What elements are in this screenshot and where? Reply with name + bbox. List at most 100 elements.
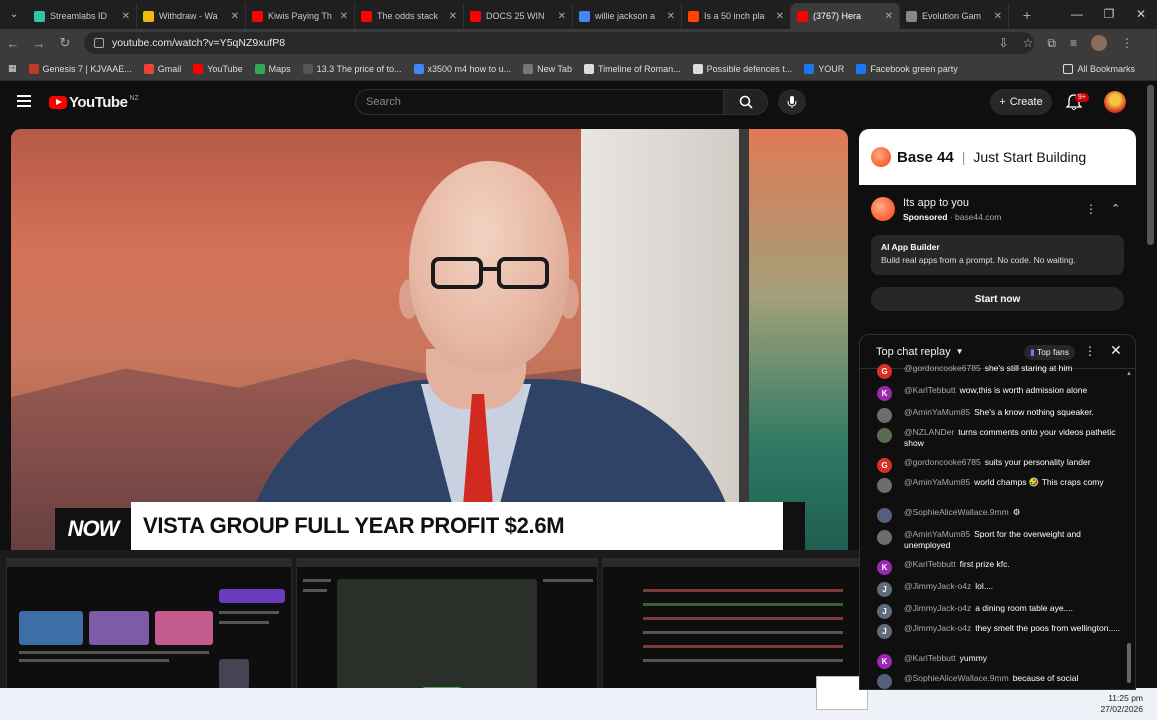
bookmark-item[interactable]: Maps xyxy=(254,63,291,74)
search-button[interactable] xyxy=(724,89,768,115)
chat-author[interactable]: @SophieAliceWallace.9mm xyxy=(904,507,1009,517)
chat-author-avatar[interactable] xyxy=(877,428,892,443)
chat-author-avatar[interactable]: K xyxy=(877,560,892,575)
chat-author[interactable]: @NZLANDer xyxy=(904,427,954,437)
account-avatar[interactable] xyxy=(1104,91,1126,113)
forward-icon[interactable]: → xyxy=(26,36,52,51)
address-bar[interactable]: youtube.com/watch?v=Y5qNZ9xufP8 xyxy=(84,32,1034,54)
bookmark-item[interactable]: Facebook green party xyxy=(856,63,958,74)
chat-author[interactable]: @AminYaMum85 xyxy=(904,407,970,417)
close-tab-icon[interactable]: ✕ xyxy=(122,11,130,22)
chat-author[interactable]: @KarlTebbutt xyxy=(904,385,956,395)
chat-author-avatar[interactable] xyxy=(877,508,892,523)
chat-more-icon[interactable]: ⋮ xyxy=(1084,344,1096,358)
bookmark-item[interactable]: 13.3 The price of to... xyxy=(302,63,402,74)
browser-tab[interactable]: Is a 50 inch pla ✕ xyxy=(682,3,791,29)
video-player[interactable]: NOW VISTA GROUP FULL YEAR PROFIT $2.6M xyxy=(11,129,848,550)
scroll-up-icon[interactable]: ▲ xyxy=(1126,371,1132,377)
chat-author[interactable]: @gordoncooke6785 xyxy=(904,363,981,373)
chat-author[interactable]: @AminYaMum85 xyxy=(904,529,970,539)
close-tab-icon[interactable]: ✕ xyxy=(994,11,1002,22)
chat-author[interactable]: @KarlTebbutt xyxy=(904,653,956,663)
profile-avatar[interactable] xyxy=(1091,35,1107,51)
search-input[interactable]: Search xyxy=(355,89,724,115)
browser-tab[interactable]: (3767) Hera ✕ xyxy=(791,3,900,29)
chat-author-avatar[interactable]: K xyxy=(877,386,892,401)
voice-search-button[interactable] xyxy=(778,89,806,115)
minimize-icon[interactable]: — xyxy=(1061,0,1093,29)
chat-author[interactable]: @JimmyJack-o4z xyxy=(904,581,971,591)
chat-author-avatar[interactable] xyxy=(877,530,892,545)
chat-author[interactable]: @JimmyJack-o4z xyxy=(904,603,971,613)
chat-scroll-thumb[interactable] xyxy=(1127,643,1131,683)
apps-icon[interactable]: ▦ xyxy=(8,63,17,74)
browser-tab[interactable]: The odds stack ✕ xyxy=(355,3,464,29)
extensions-icon[interactable]: ⧉ xyxy=(1047,36,1056,51)
ad-collapse-icon[interactable]: ⌃ xyxy=(1111,202,1120,215)
ad-title[interactable]: Its app to you xyxy=(903,197,1001,209)
chat-author-avatar[interactable] xyxy=(877,478,892,493)
bookmark-item[interactable]: New Tab xyxy=(523,63,572,74)
browser-tab[interactable]: willie jackson a ✕ xyxy=(573,3,682,29)
new-tab-button[interactable]: + xyxy=(1015,3,1039,27)
menu-icon[interactable] xyxy=(17,95,31,107)
ad-start-now-button[interactable]: Start now xyxy=(871,287,1124,311)
ad-banner[interactable]: Base 44 | Just Start Building xyxy=(859,129,1136,185)
browser-tab[interactable]: Withdraw - Wa ✕ xyxy=(137,3,246,29)
window-preview-youtube[interactable] xyxy=(6,558,292,706)
bookmark-item[interactable]: Possible defences t... xyxy=(692,63,792,74)
bookmark-item[interactable]: x3500 m4 how to u... xyxy=(413,63,511,74)
chat-author-avatar[interactable]: J xyxy=(877,582,892,597)
chat-author[interactable]: @AminYaMum85 xyxy=(904,477,970,487)
reading-list-icon[interactable]: ≡ xyxy=(1070,36,1077,50)
top-fans-button[interactable]: ▮ Top fans xyxy=(1024,345,1076,360)
chat-author-avatar[interactable]: J xyxy=(877,604,892,619)
system-clock[interactable]: 11:25 pm 27/02/2026 xyxy=(1100,693,1143,715)
chat-author[interactable]: @gordoncooke6785 xyxy=(904,457,981,467)
chat-author[interactable]: @SophieAliceWallace.9mm xyxy=(904,673,1009,683)
bookmark-item[interactable]: YouTube xyxy=(193,63,243,74)
maximize-icon[interactable]: ❐ xyxy=(1093,0,1125,29)
tab-search-icon[interactable]: ⌄ xyxy=(0,0,28,29)
bookmark-item[interactable]: Gmail xyxy=(143,63,181,74)
close-tab-icon[interactable]: ✕ xyxy=(667,11,675,22)
chat-author-avatar[interactable] xyxy=(877,408,892,423)
chat-author-avatar[interactable] xyxy=(877,674,892,689)
chat-author-avatar[interactable]: G xyxy=(877,458,892,473)
browser-menu-icon[interactable]: ⋮ xyxy=(1121,36,1133,50)
close-tab-icon[interactable]: ✕ xyxy=(449,11,457,22)
browser-tab[interactable]: Streamlabs ID ✕ xyxy=(28,3,137,29)
all-bookmarks[interactable]: All Bookmarks xyxy=(1063,57,1135,81)
chat-author-avatar[interactable]: K xyxy=(877,654,892,669)
create-button[interactable]: + Create xyxy=(990,89,1052,115)
bookmark-item[interactable]: Genesis 7 | KJVAAE... xyxy=(28,63,132,74)
chat-author-avatar[interactable]: G xyxy=(877,364,892,379)
window-preview-stream[interactable] xyxy=(296,558,598,706)
youtube-logo[interactable]: YouTube NZ xyxy=(49,94,139,111)
chat-author[interactable]: @KarlTebbutt xyxy=(904,559,956,569)
chat-mode-selector[interactable]: Top chat replay xyxy=(876,346,951,358)
chat-author[interactable]: @JimmyJack-o4z xyxy=(904,623,971,633)
close-window-icon[interactable]: ✕ xyxy=(1125,0,1157,29)
close-tab-icon[interactable]: ✕ xyxy=(776,11,784,22)
bookmark-item[interactable]: Timeline of Roman... xyxy=(583,63,681,74)
page-scrollbar[interactable] xyxy=(1147,85,1154,245)
browser-tab[interactable]: Kiwis Paying Th ✕ xyxy=(246,3,355,29)
close-tab-icon[interactable]: ✕ xyxy=(231,11,239,22)
back-icon[interactable]: ← xyxy=(0,36,26,51)
chevron-down-icon[interactable]: ▼ xyxy=(956,347,964,356)
bookmark-star-icon[interactable]: ☆ xyxy=(1023,36,1034,50)
close-tab-icon[interactable]: ✕ xyxy=(340,11,348,22)
close-icon[interactable]: ✕ xyxy=(1110,342,1122,359)
close-tab-icon[interactable]: ✕ xyxy=(558,11,566,22)
browser-tab[interactable]: Evolution Gam ✕ xyxy=(900,3,1009,29)
site-info-icon[interactable] xyxy=(94,38,104,48)
bookmark-item[interactable]: YOUR xyxy=(804,63,844,74)
chat-author-avatar[interactable]: J xyxy=(877,624,892,639)
close-tab-icon[interactable]: ✕ xyxy=(885,11,893,22)
chat-scrollbar[interactable]: ▲ xyxy=(1126,371,1132,687)
install-icon[interactable]: ⇩ xyxy=(999,36,1009,50)
ad-more-icon[interactable]: ⋮ xyxy=(1085,202,1097,216)
reload-icon[interactable]: ↻ xyxy=(52,35,78,51)
browser-tab[interactable]: DOCS 25 WIN ✕ xyxy=(464,3,573,29)
